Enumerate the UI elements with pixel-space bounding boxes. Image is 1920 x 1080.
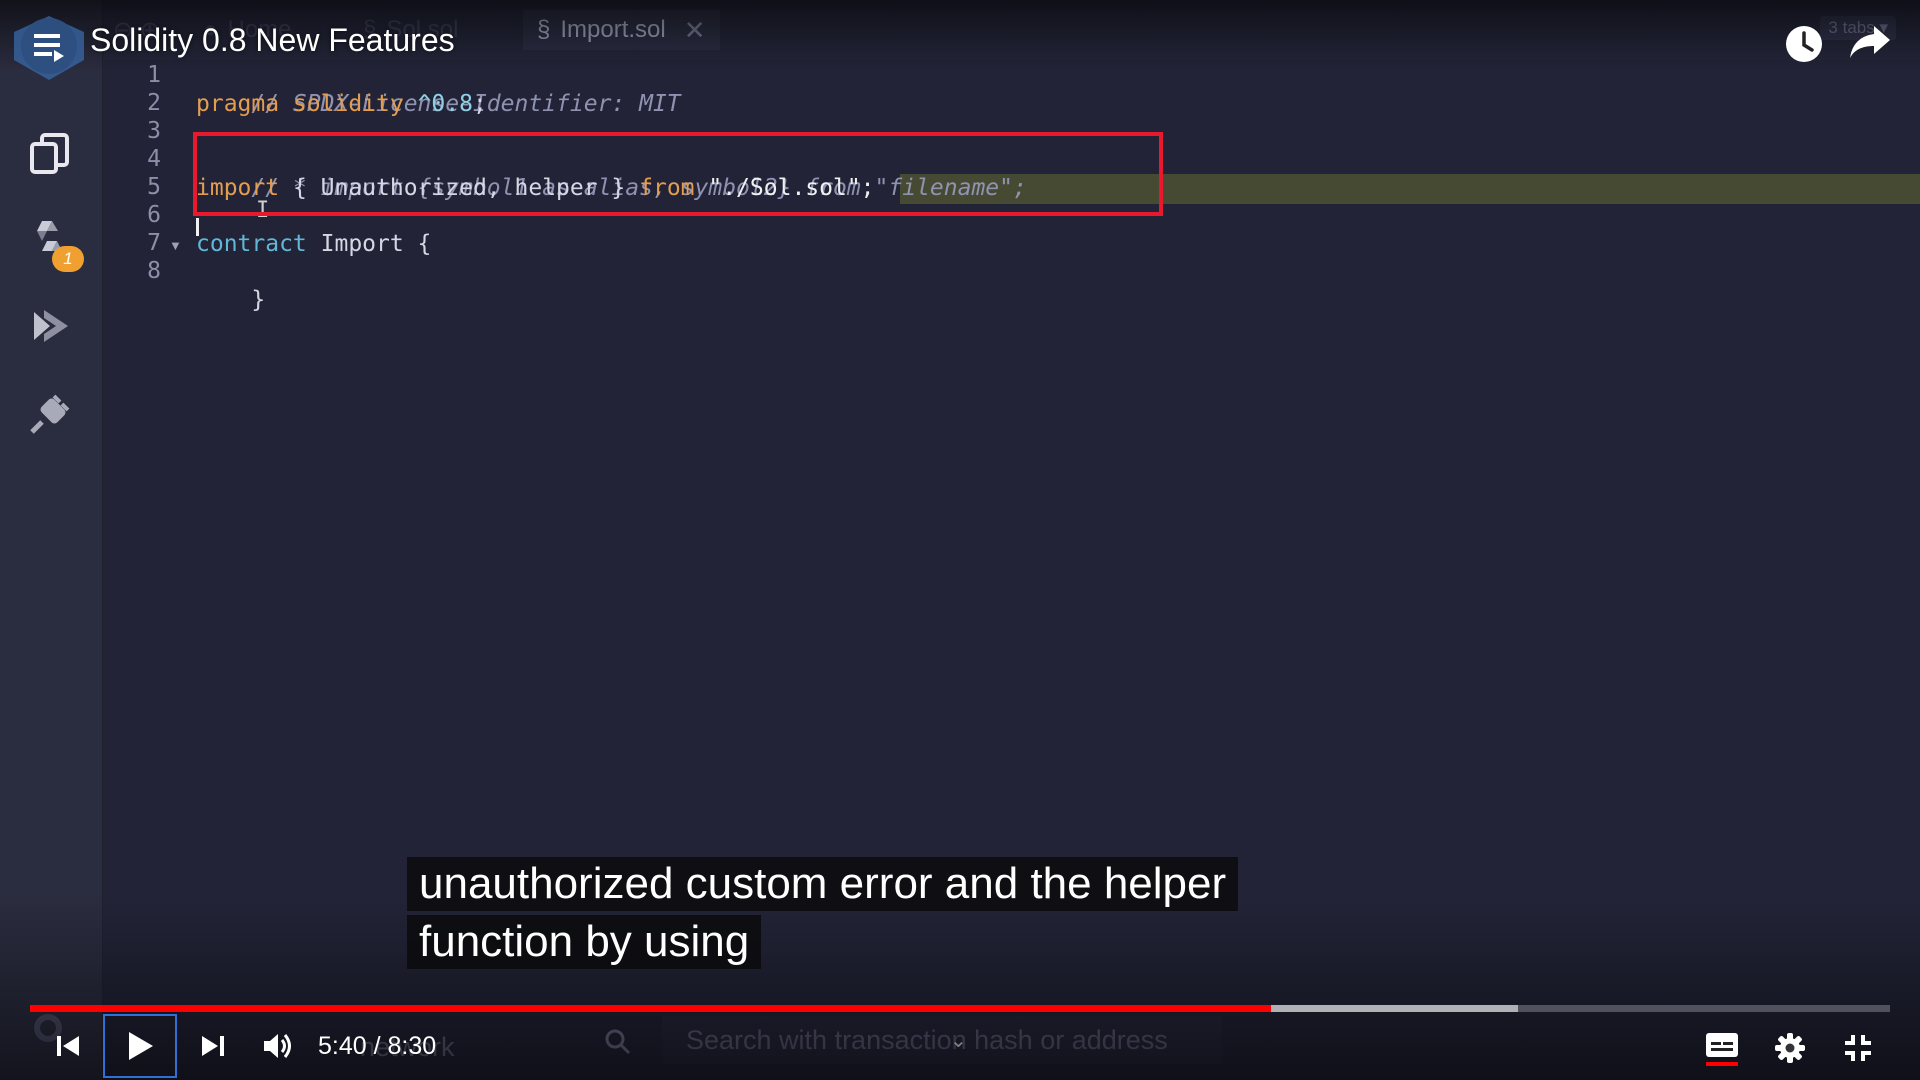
text-cursor xyxy=(196,218,199,236)
annotation-highlight-box xyxy=(193,132,1163,216)
play-button[interactable] xyxy=(103,1014,177,1078)
transaction-search-input[interactable]: Search with transaction hash or address xyxy=(662,1016,1222,1064)
caption-line-2: function by using xyxy=(407,915,762,969)
subtitles-button[interactable] xyxy=(1702,1028,1742,1068)
compiler-badge: 1 xyxy=(52,246,84,272)
settings-icon[interactable] xyxy=(1770,1028,1810,1068)
line-number: 5 xyxy=(147,174,161,200)
tab-import[interactable]: § Import.sol ✕ xyxy=(523,10,720,50)
search-icon xyxy=(604,1028,632,1061)
line-number: 2 xyxy=(147,90,161,116)
exit-fullscreen-icon[interactable] xyxy=(1838,1028,1878,1068)
line-number: 4 xyxy=(147,146,161,172)
fold-arrow-icon[interactable]: ▼ xyxy=(169,238,182,253)
line-number: 8 xyxy=(147,258,161,284)
line-number: 7 xyxy=(147,230,161,256)
playlist-menu-icon[interactable] xyxy=(10,12,88,84)
subtitles-icon xyxy=(1706,1033,1738,1066)
next-icon[interactable] xyxy=(193,1028,233,1064)
file-explorer-icon[interactable] xyxy=(24,128,76,180)
caption-line-1: unauthorized custom error and the helper xyxy=(407,857,1239,911)
progress-played xyxy=(30,1005,1271,1012)
time-display: 5:40 / 8:30 xyxy=(318,1032,437,1060)
line-number: 6 xyxy=(147,202,161,228)
volume-icon[interactable] xyxy=(258,1028,298,1064)
solidity-file-icon: § xyxy=(537,16,551,43)
line-number-gutter: 1 2 3 4 5 6 7 ▼ 8 xyxy=(103,60,187,960)
video-title[interactable]: Solidity 0.8 New Features xyxy=(90,22,455,59)
line-number: 3 xyxy=(147,118,161,144)
code-line-7: contract Import { xyxy=(196,231,432,257)
video-progress-bar[interactable] xyxy=(30,1005,1890,1012)
close-tab-icon[interactable]: ✕ xyxy=(684,15,706,46)
code-line-2: pragma solidity ^0.8; xyxy=(196,91,487,117)
chevron-down-icon[interactable]: ⌄ xyxy=(950,1028,967,1053)
plugin-manager-icon[interactable] xyxy=(24,388,76,440)
share-icon[interactable] xyxy=(1848,22,1892,67)
icon-panel: 1 xyxy=(0,0,103,1080)
previous-icon[interactable] xyxy=(48,1028,88,1064)
play-icon xyxy=(129,1032,153,1060)
deploy-run-icon[interactable] xyxy=(24,300,76,352)
line-number: 1 xyxy=(147,62,161,88)
code-line-8: } xyxy=(251,287,266,313)
code-line-1: // SPDX-License-Identifier: MIT xyxy=(251,91,681,117)
watch-later-icon[interactable] xyxy=(1784,24,1824,69)
solidity-compiler-icon[interactable]: 1 xyxy=(24,214,84,272)
